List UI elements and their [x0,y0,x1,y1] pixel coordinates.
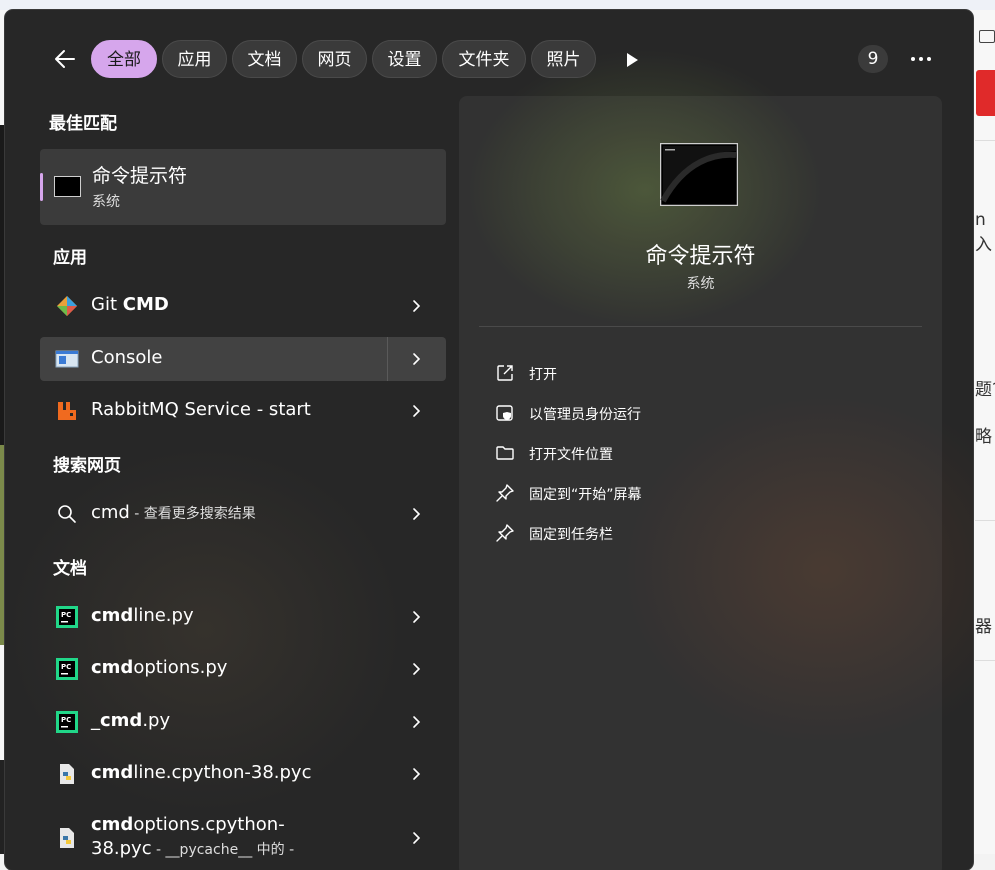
doc-item-label: _cmd.py [91,710,171,731]
background-divider [975,520,995,521]
action-label: 固定到“开始”屏幕 [529,487,642,503]
web-search-item[interactable]: cmd - 查看更多搜索结果 [40,492,446,536]
search-icon [58,505,76,523]
action-pin-to-start[interactable]: 固定到“开始”屏幕 [489,477,909,509]
background-divider [975,660,995,661]
folder-icon [496,446,514,460]
action-label: 以管理员身份运行 [529,407,641,423]
app-item-git-cmd[interactable]: Git CMD [40,284,446,328]
pycharm-file-icon: PC [56,658,78,680]
chevron-right-icon[interactable] [410,403,422,419]
open-external-icon [497,365,513,381]
preview-title: 命令提示符 [645,244,756,269]
doc-item[interactable]: PC cmdoptions.py [40,647,446,691]
section-best-match: 最佳匹配 [49,114,117,134]
filter-chip-documents[interactable]: 文档 [232,40,297,78]
console-icon [55,350,79,368]
split-divider [387,337,388,381]
chevron-right-icon[interactable] [410,506,422,522]
chevron-right-icon[interactable] [410,714,422,730]
section-documents: 文档 [53,559,87,579]
start-search-panel: 全部 应用 文档 网页 设置 文件夹 照片 9 最佳匹配 命令提示符 系统 应用… [5,10,973,870]
rabbitmq-icon [58,402,76,420]
doc-item-label: cmdoptions.py [91,657,228,678]
filter-chip-all[interactable]: 全部 [91,40,157,78]
back-arrow-icon[interactable] [52,46,78,72]
pin-icon [496,524,514,542]
doc-item-label: cmdoptions.cpython- [91,814,285,835]
app-item-label: Console [91,347,163,368]
chevron-right-icon[interactable] [410,351,422,367]
preview-pane: 命令提示符 系统 打开 以管理员身份运行 打开文件位置 固定到“开始”屏幕 固定… [459,96,942,870]
pin-icon [496,484,514,502]
preview-divider [479,326,922,327]
chevron-right-icon[interactable] [410,609,422,625]
filter-chip-photos[interactable]: 照片 [531,40,596,78]
command-prompt-icon [54,176,81,197]
doc-item[interactable]: cmdline.cpython-38.pyc [40,752,446,796]
section-apps: 应用 [53,248,87,268]
filter-chip-apps[interactable]: 应用 [162,40,227,78]
filter-chip-settings[interactable]: 设置 [372,40,437,78]
more-options-icon[interactable] [910,56,932,62]
command-prompt-large-icon [660,143,738,206]
background-text-1: n 入 [975,210,992,255]
filter-chip-folders[interactable]: 文件夹 [442,40,526,78]
action-label: 固定到任务栏 [529,527,613,543]
svg-text:PC: PC [61,716,71,724]
doc-item[interactable]: PC cmdline.py [40,595,446,639]
background-text-2: 题? [975,380,995,400]
app-item-console[interactable]: Console [40,337,446,381]
app-item-label: Git CMD [91,294,169,315]
svg-text:PC: PC [61,663,71,671]
app-item-label: RabbitMQ Service - start [91,399,311,420]
web-search-label: cmd - 查看更多搜索结果 [91,502,256,523]
action-label: 打开 [529,367,557,383]
doc-item-label-line2: 38.pyc - __pycache__ 中的 - [91,838,295,859]
svg-text:PC: PC [61,611,71,619]
best-match-title: 命令提示符 [92,165,188,187]
doc-item[interactable]: PC _cmd.py [40,700,446,744]
background-text-4: 器 [975,617,992,637]
action-pin-to-taskbar[interactable]: 固定到任务栏 [489,517,909,549]
background-red-button [976,70,995,116]
doc-item[interactable]: cmdoptions.cpython- 38.pyc - __pycache__… [40,806,446,866]
python-file-icon [60,828,74,848]
doc-item-label: cmdline.cpython-38.pyc [91,762,312,783]
git-cmd-icon [57,296,77,316]
selection-indicator [40,173,43,201]
background-titlebar [0,0,995,10]
action-label: 打开文件位置 [529,447,613,463]
chevron-right-icon[interactable] [410,830,422,846]
preview-subtitle: 系统 [686,276,715,292]
chevron-right-icon[interactable] [410,661,422,677]
action-open[interactable]: 打开 [489,357,909,389]
python-file-icon [60,764,74,784]
chevron-right-icon[interactable] [410,298,422,314]
background-divider [975,140,995,141]
admin-shield-icon [496,405,513,421]
action-run-as-admin[interactable]: 以管理员身份运行 [489,397,909,429]
more-filters-play-icon[interactable] [622,50,642,70]
results-count-badge: 9 [858,45,888,73]
filter-chip-web[interactable]: 网页 [302,40,367,78]
pycharm-file-icon: PC [56,711,78,733]
best-match-subtitle: 系统 [92,194,120,210]
background-text-3: 略 [975,427,992,447]
best-match-item[interactable]: 命令提示符 系统 [40,149,446,225]
pycharm-file-icon: PC [56,606,78,628]
folder-icon [979,30,995,43]
action-open-file-location[interactable]: 打开文件位置 [489,437,909,469]
chevron-right-icon[interactable] [410,766,422,782]
doc-item-label: cmdline.py [91,605,194,626]
section-web-search: 搜索网页 [53,456,121,476]
app-item-rabbitmq[interactable]: RabbitMQ Service - start [40,389,446,433]
